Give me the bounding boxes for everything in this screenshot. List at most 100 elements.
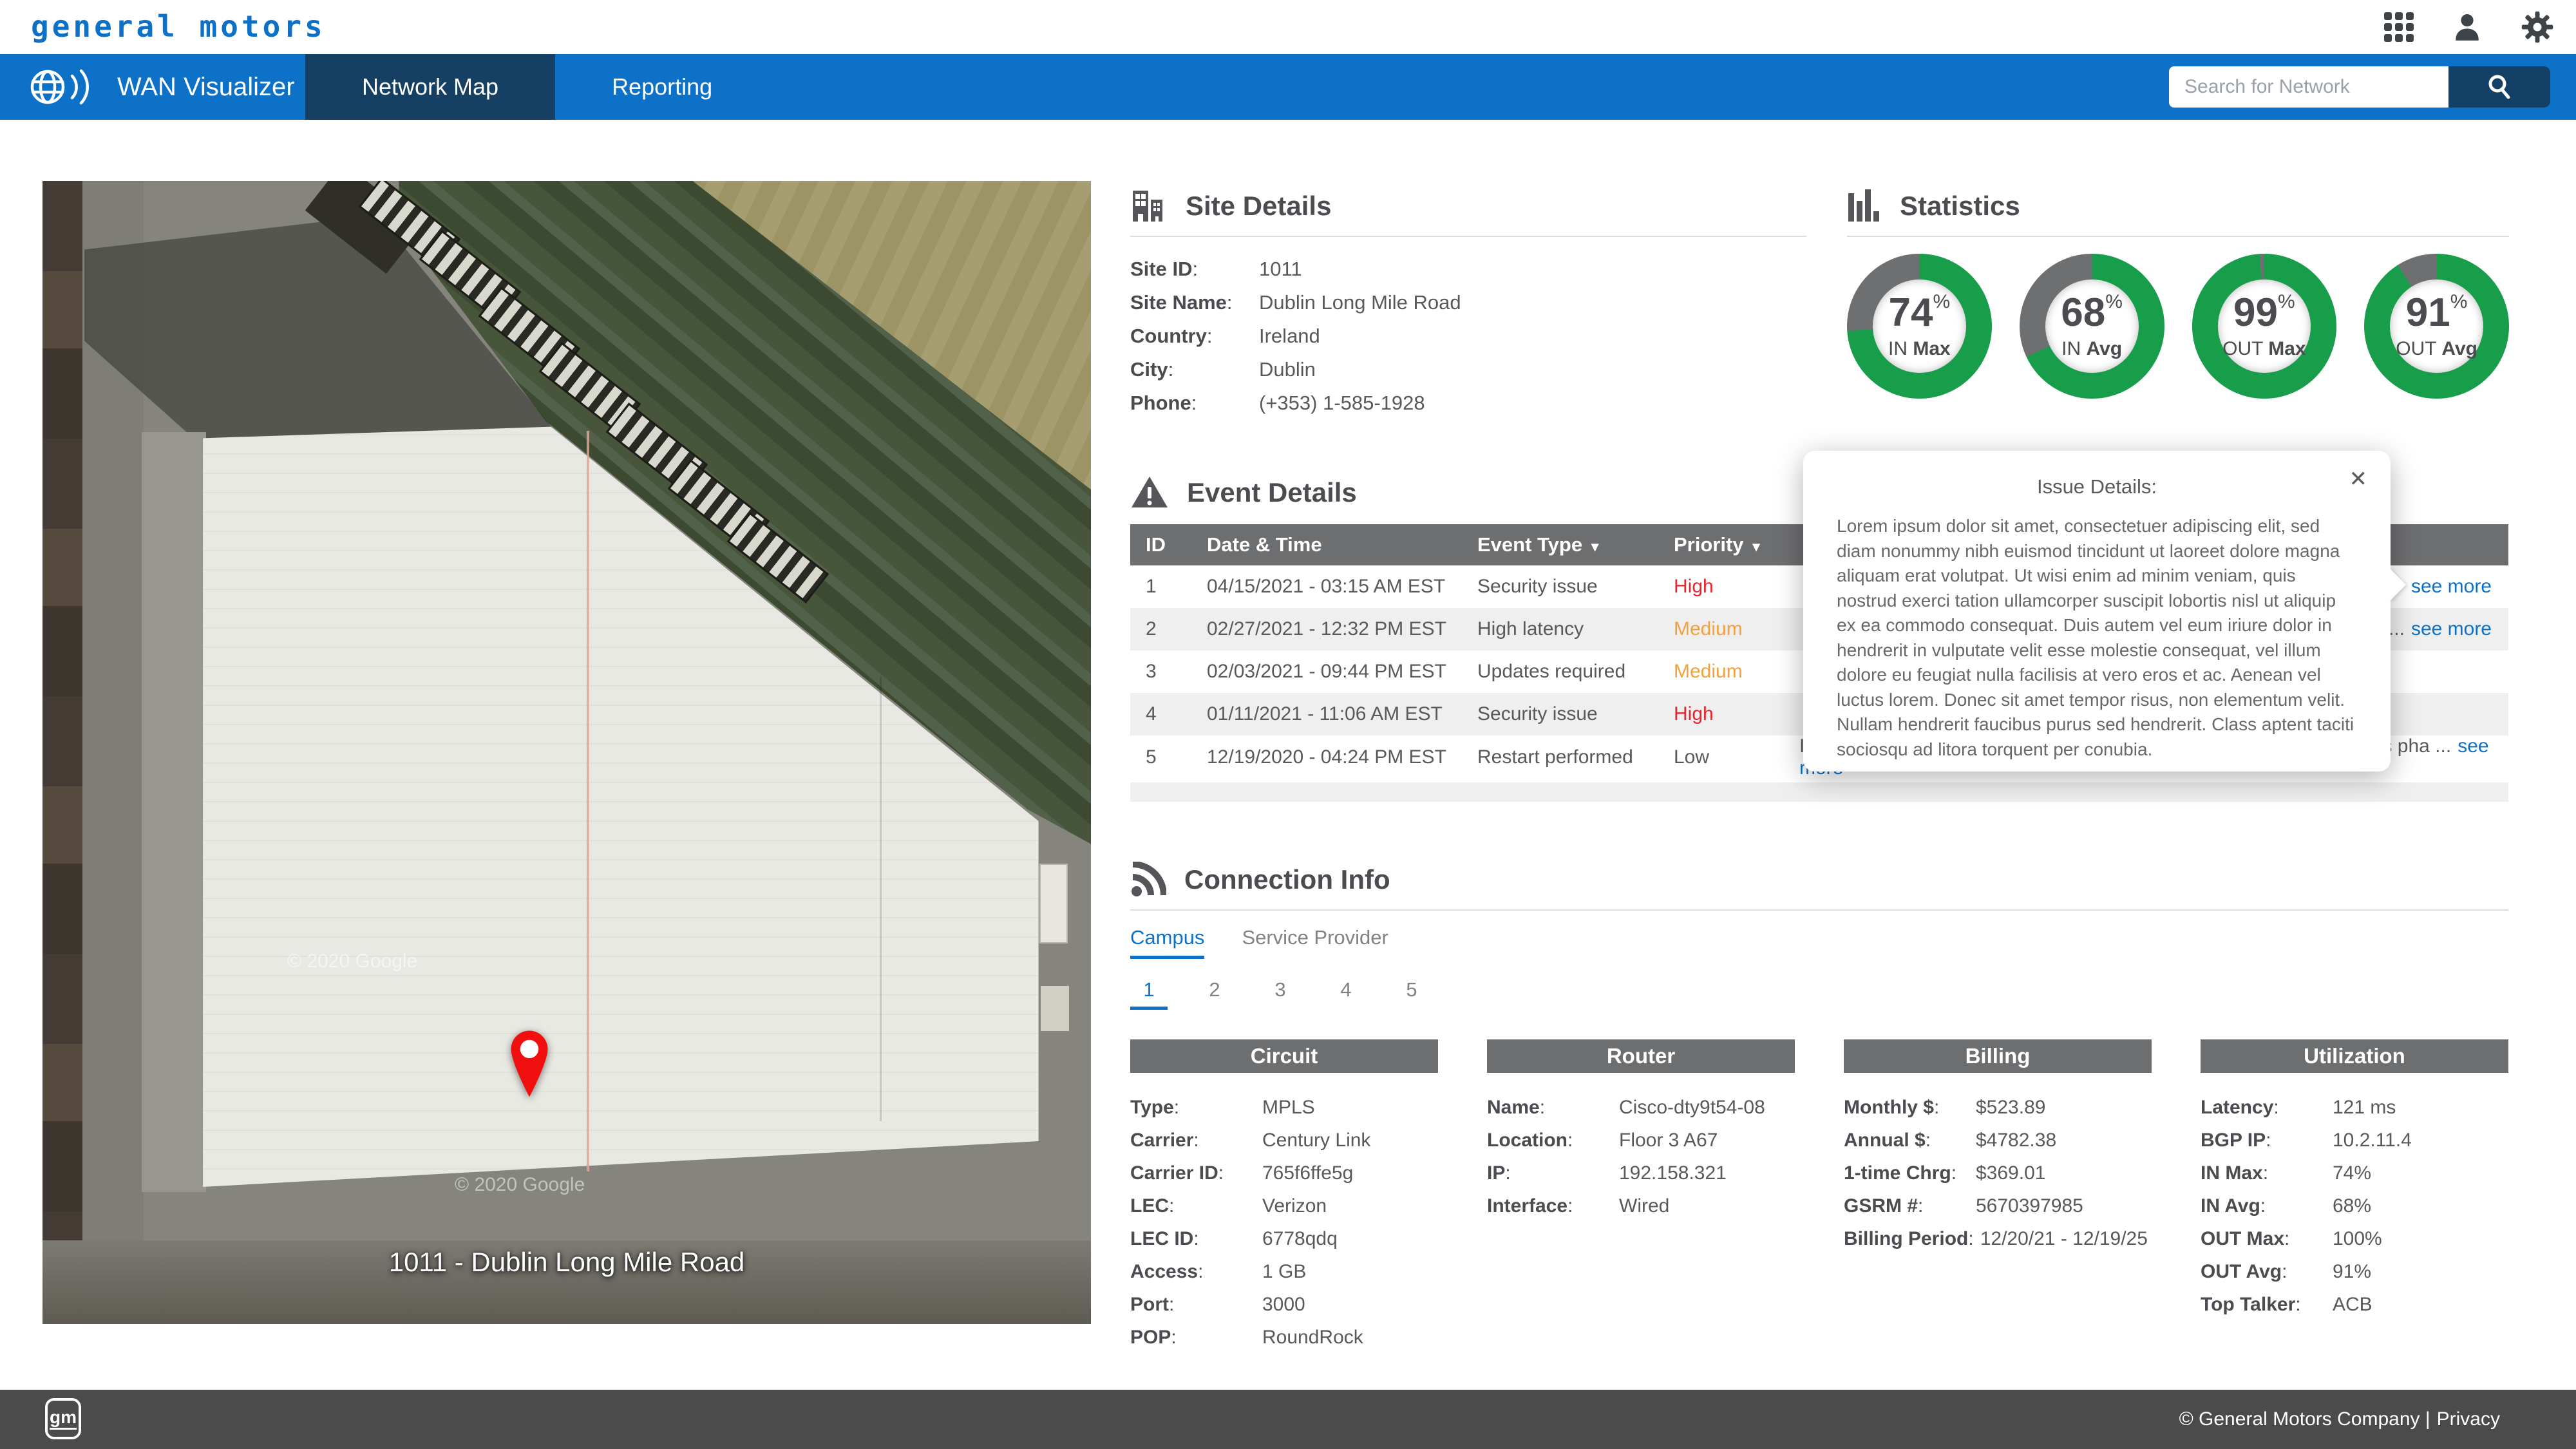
statistics-donuts: 74%IN Max68%IN Avg99%OUT Max91%OUT Avg bbox=[1847, 254, 2509, 399]
map-white-truck bbox=[1039, 864, 1068, 943]
connection-tabs: Campus Service Provider bbox=[1130, 926, 2508, 959]
panel-field-row: IN Max74% bbox=[2201, 1157, 2508, 1189]
cell-event-type: Updates required bbox=[1462, 650, 1658, 693]
panel-field-value: 6778qdq bbox=[1262, 1222, 1338, 1255]
page-4[interactable]: 4 bbox=[1327, 978, 1365, 1010]
map-satellite-view[interactable]: © 2020 Google © 2020 Google 1011 - Dubli… bbox=[43, 181, 1091, 1324]
panel-field-value: $4782.38 bbox=[1976, 1124, 2056, 1157]
panel-field-label: BGP IP bbox=[2201, 1124, 2333, 1157]
panel-field-label: Port bbox=[1130, 1288, 1262, 1321]
panel-field-row: GSRM #5670397985 bbox=[1844, 1189, 2152, 1222]
donut-label: OUT Avg bbox=[2396, 338, 2477, 360]
site-field-row: Site ID1011 bbox=[1130, 252, 1806, 286]
network-searchbox bbox=[2169, 66, 2550, 108]
column-header[interactable]: Priority▾ bbox=[1658, 524, 1784, 565]
connection-info-title: Connection Info bbox=[1184, 864, 1390, 895]
see-more-link[interactable]: see more bbox=[2411, 576, 2492, 597]
page-5[interactable]: 5 bbox=[1393, 978, 1430, 1010]
cell-datetime: 04/15/2021 - 03:15 AM EST bbox=[1191, 565, 1462, 608]
bar-chart-icon bbox=[1847, 188, 1882, 224]
panel-field-label: Carrier bbox=[1130, 1124, 1262, 1157]
statistics-title: Statistics bbox=[1900, 191, 2020, 222]
page: general motors bbox=[0, 0, 2576, 1449]
cell-id: 4 bbox=[1130, 693, 1191, 735]
description-text: ... bbox=[2389, 618, 2405, 639]
see-more-link[interactable]: see more bbox=[2411, 618, 2492, 639]
sort-down-icon[interactable]: ▾ bbox=[1591, 538, 1598, 554]
page-1[interactable]: 1 bbox=[1130, 978, 1168, 1010]
cell-id: 2 bbox=[1130, 608, 1191, 650]
cell-event-type: Restart performed bbox=[1462, 735, 1658, 779]
panel-field-value: 10.2.11.4 bbox=[2333, 1124, 2412, 1157]
panel-field-row: Latency121 ms bbox=[2201, 1091, 2508, 1124]
panel-field-label: Access bbox=[1130, 1255, 1262, 1288]
map-roof-seam-2 bbox=[880, 677, 882, 1121]
panel-field-row: OUT Max100% bbox=[2201, 1222, 2508, 1255]
panel-field-value: ACB bbox=[2333, 1288, 2372, 1321]
panel-field-value: 3000 bbox=[1262, 1288, 1305, 1321]
field-value: Dublin bbox=[1259, 353, 1316, 386]
map-pin-icon[interactable] bbox=[507, 1028, 552, 1101]
panel-field-label: 1-time Chrg bbox=[1844, 1157, 1976, 1189]
map-roof-seam bbox=[587, 431, 589, 1171]
user-icon[interactable] bbox=[2451, 11, 2483, 43]
donut-label: OUT Max bbox=[2222, 338, 2306, 360]
privacy-link[interactable]: Privacy bbox=[2437, 1408, 2500, 1430]
sort-down-icon[interactable]: ▾ bbox=[1753, 538, 1760, 554]
panel-field-row: 1-time Chrg$369.01 bbox=[1844, 1157, 2152, 1189]
page-footer: gm © General Motors Company | Privacy bbox=[0, 1390, 2576, 1449]
panel-field-row: Annual $$4782.38 bbox=[1844, 1124, 2152, 1157]
settings-gear-icon[interactable] bbox=[2521, 10, 2554, 44]
page-3[interactable]: 3 bbox=[1262, 978, 1299, 1010]
map-caption: 1011 - Dublin Long Mile Road bbox=[43, 1247, 1091, 1278]
site-field-row: CityDublin bbox=[1130, 353, 1806, 386]
panel-title: Billing bbox=[1844, 1039, 2152, 1073]
tab-campus[interactable]: Campus bbox=[1130, 926, 1204, 959]
map-building-apron bbox=[142, 432, 206, 1192]
buildings-icon bbox=[1130, 188, 1168, 224]
search-input[interactable] bbox=[2169, 66, 2448, 108]
column-header[interactable]: Event Type▾ bbox=[1462, 524, 1658, 565]
close-icon[interactable]: ✕ bbox=[2349, 466, 2368, 492]
tab-network-map[interactable]: Network Map bbox=[305, 54, 555, 120]
page-2[interactable]: 2 bbox=[1196, 978, 1233, 1010]
tab-reporting[interactable]: Reporting bbox=[555, 54, 769, 120]
cell-priority: Medium bbox=[1658, 650, 1784, 693]
panel-field-row: LECVerizon bbox=[1130, 1189, 1438, 1222]
rss-connection-icon bbox=[1130, 862, 1166, 898]
wan-globe-icon bbox=[28, 66, 100, 108]
panel-field-row: Billing Period12/20/21 - 12/19/25 bbox=[1844, 1222, 2152, 1255]
cell-event-type: High latency bbox=[1462, 608, 1658, 650]
statistics-header: Statistics bbox=[1847, 188, 2509, 224]
panel-field-row: NameCisco-dty9t54-08 bbox=[1487, 1091, 1795, 1124]
donut-label: IN Avg bbox=[2061, 338, 2122, 360]
site-details-header: Site Details bbox=[1130, 188, 1806, 224]
panel-field-label: IN Max bbox=[2201, 1157, 2333, 1189]
panel-field-value: 91% bbox=[2333, 1255, 2371, 1288]
donut-out-avg: 91%OUT Avg bbox=[2364, 254, 2509, 399]
apps-grid-icon[interactable] bbox=[2384, 12, 2414, 42]
panel-field-row: LEC ID6778qdq bbox=[1130, 1222, 1438, 1255]
tab-service-provider[interactable]: Service Provider bbox=[1242, 926, 1388, 959]
panel-rows: NameCisco-dty9t54-08LocationFloor 3 A67I… bbox=[1487, 1091, 1795, 1222]
panel-field-value: $369.01 bbox=[1976, 1157, 2045, 1189]
column-header: ID bbox=[1130, 524, 1191, 565]
app-title: WAN Visualizer bbox=[117, 73, 295, 102]
field-value: (+353) 1-585-1928 bbox=[1259, 386, 1425, 420]
panel-title: Circuit bbox=[1130, 1039, 1438, 1073]
panel-field-value: 74% bbox=[2333, 1157, 2371, 1189]
panel-field-row: POPRoundRock bbox=[1130, 1321, 1438, 1354]
panel-utilization: UtilizationLatency121 msBGP IP10.2.11.4I… bbox=[2201, 1039, 2508, 1354]
popup-title: Issue Details: bbox=[1837, 475, 2357, 498]
map-dock bbox=[1041, 986, 1069, 1031]
app-brand: WAN Visualizer bbox=[28, 54, 295, 120]
search-button[interactable] bbox=[2448, 66, 2550, 108]
donut-label-metric: Avg bbox=[2441, 338, 2477, 359]
panel-field-label: Monthly $ bbox=[1844, 1091, 1976, 1124]
donut-label-metric: Max bbox=[2268, 338, 2306, 359]
panel-billing: BillingMonthly $$523.89Annual $$4782.381… bbox=[1844, 1039, 2152, 1354]
priority-badge: Medium bbox=[1674, 618, 1743, 639]
panel-field-label: IN Avg bbox=[2201, 1189, 2333, 1222]
top-right-icons bbox=[2384, 0, 2554, 54]
panel-field-value: Century Link bbox=[1262, 1124, 1370, 1157]
